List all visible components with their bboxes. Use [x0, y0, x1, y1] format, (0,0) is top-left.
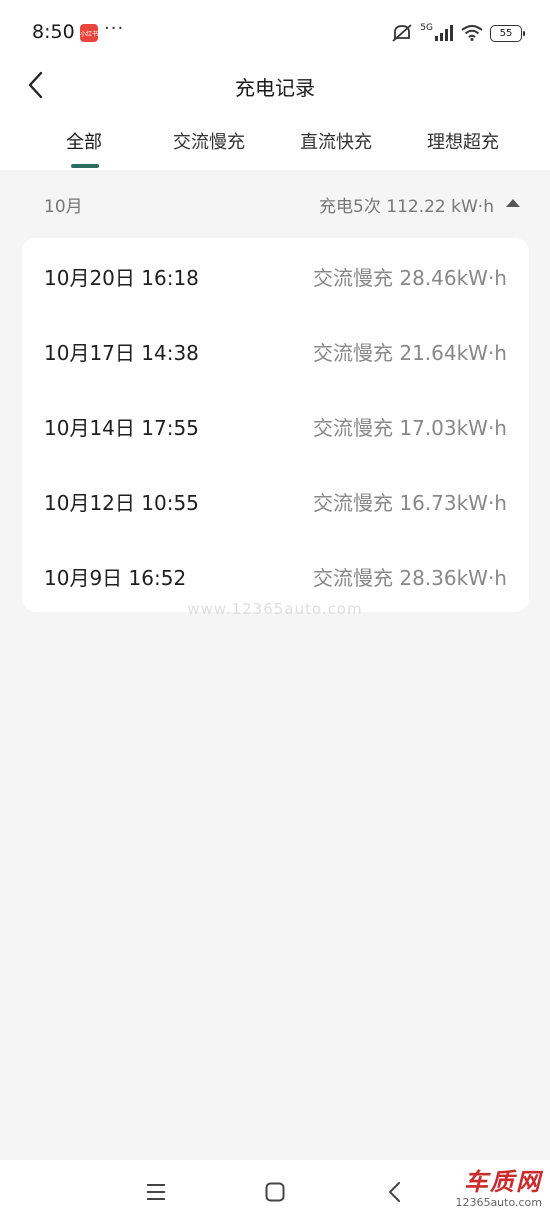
mute-icon [392, 24, 412, 42]
record-detail: 交流慢充 16.73kW·h [312, 491, 507, 515]
record-detail: 交流慢充 21.64kW·h [312, 341, 507, 365]
record-row[interactable]: 10月12日 10:55 交流慢充 16.73kW·h [22, 463, 529, 538]
record-detail: 交流慢充 28.46kW·h [312, 266, 507, 290]
home-button[interactable] [261, 1178, 289, 1206]
battery-icon: 55 [490, 24, 525, 42]
signal-icon [435, 25, 453, 41]
month-group-header[interactable]: 10月 充电5次 112.22 kW·h [0, 180, 550, 228]
record-detail: 交流慢充 17.03kW·h [312, 416, 507, 440]
watermark-logo-cn: 车质网 [464, 1168, 542, 1196]
month-summary: 充电5次 112.22 kW·h [319, 197, 494, 217]
record-datetime: 10月14日 17:55 [44, 416, 199, 440]
more-notifications-icon: ··· [104, 18, 125, 39]
collapse-triangle-icon[interactable] [506, 198, 520, 207]
record-row[interactable]: 10月17日 14:38 交流慢充 21.64kW·h [22, 313, 529, 388]
status-bar: 8:50 小红书 ··· 5G 55 [0, 0, 550, 66]
record-row[interactable]: 10月14日 17:55 交流慢充 17.03kW·h [22, 388, 529, 463]
status-time: 8:50 [32, 21, 75, 43]
menu-icon [147, 1184, 165, 1200]
system-back-button[interactable] [380, 1178, 408, 1206]
recent-apps-button[interactable] [142, 1178, 170, 1206]
record-datetime: 10月9日 16:52 [44, 566, 187, 590]
tab-ac-slow-charge[interactable]: 交流慢充 [173, 128, 245, 154]
wifi-icon [461, 25, 483, 41]
battery-level: 55 [499, 27, 513, 39]
watermark-logo-en: 12365auto.com [455, 1196, 542, 1209]
record-row[interactable]: 10月20日 16:18 交流慢充 28.46kW·h [22, 238, 529, 313]
tab-li-supercharge[interactable]: 理想超充 [427, 128, 499, 154]
watermark: www.12365auto.com [187, 600, 363, 618]
home-square-icon [265, 1182, 285, 1202]
status-icons: 5G 55 [391, 22, 525, 44]
back-chevron-icon [389, 1182, 400, 1202]
app-notification-icon: 小红书 [80, 24, 98, 42]
record-datetime: 10月20日 16:18 [44, 266, 199, 290]
network-type-label: 5G [420, 23, 433, 33]
watermark-logo: 车质网 12365auto.com [446, 1168, 542, 1218]
month-label: 10月 [44, 197, 83, 217]
page-title: 充电记录 [235, 76, 315, 100]
tab-all[interactable]: 全部 [66, 128, 102, 154]
record-datetime: 10月17日 14:38 [44, 341, 199, 365]
tab-dc-fast-charge[interactable]: 直流快充 [300, 128, 372, 154]
records-card: 10月20日 16:18 交流慢充 28.46kW·h 10月17日 14:38… [22, 238, 529, 612]
record-datetime: 10月12日 10:55 [44, 491, 199, 515]
active-tab-indicator [71, 164, 99, 168]
record-detail: 交流慢充 28.36kW·h [312, 566, 507, 590]
